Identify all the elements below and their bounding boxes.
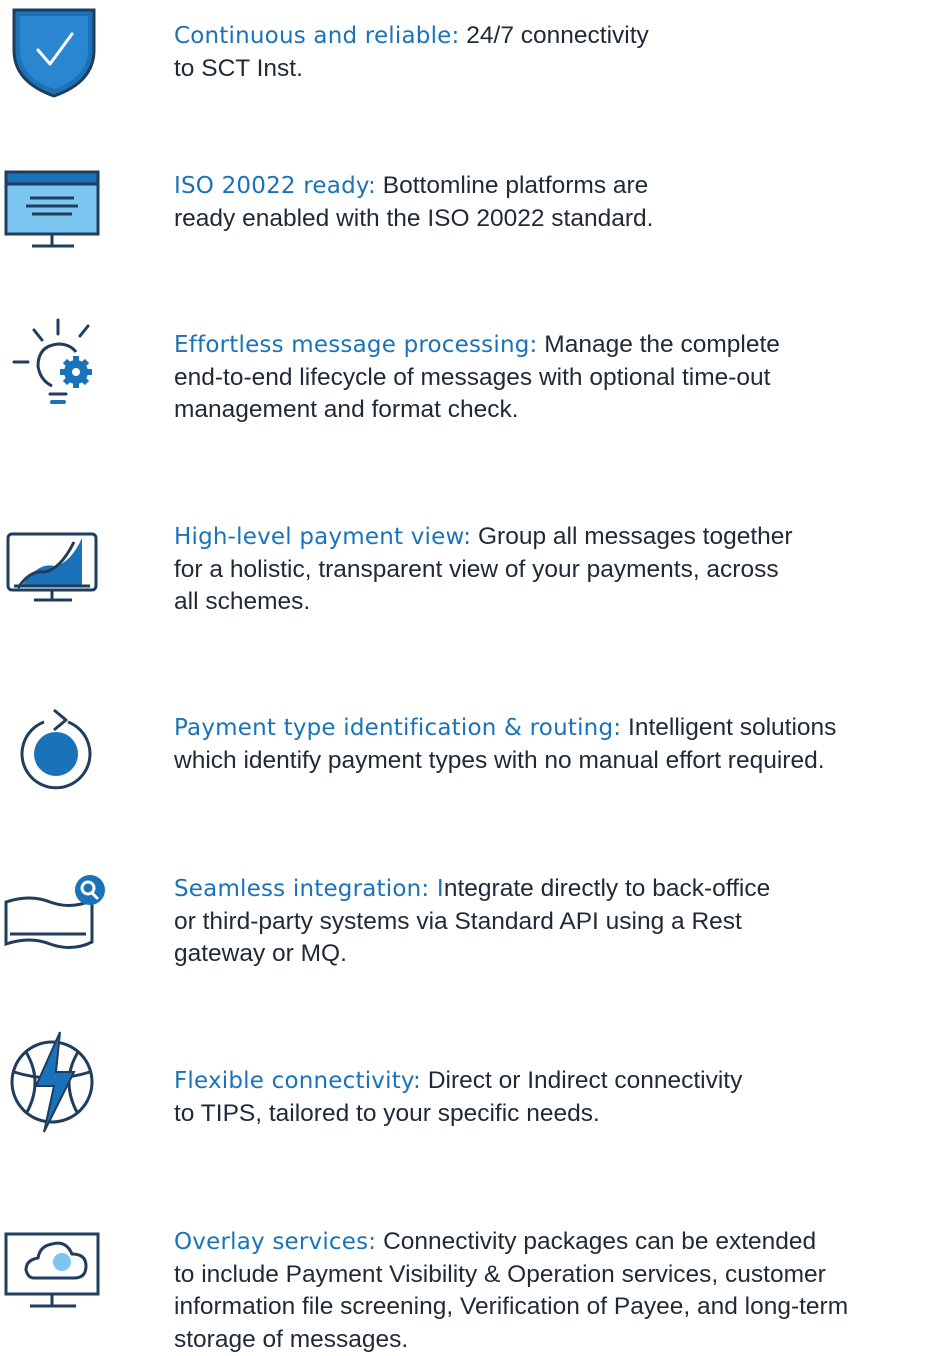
feature-text: High-level payment view: Group all messa… [174, 521, 934, 619]
monitor-document-icon [0, 160, 110, 270]
feature-text: Flexible connectivity: Direct or Indirec… [174, 1065, 934, 1130]
feature-body: Connectivity packages can be extended [383, 1228, 816, 1255]
feature-text: Continuous and reliable: 24/7 connectivi… [174, 20, 934, 85]
feature-body: all schemes. [174, 586, 934, 619]
feature-body: for a holistic, transparent view of your… [174, 554, 934, 587]
feature-body: Bottomline platforms are [383, 172, 649, 199]
feature-title: Effortless message processing: [174, 332, 537, 358]
monitor-chart-icon [0, 500, 110, 610]
feature-text: ISO 20022 ready: Bottomline platforms ar… [174, 170, 934, 235]
feature-body: which identify payment types with no man… [174, 745, 934, 778]
feature-body: to TIPS, tailored to your specific needs… [174, 1098, 934, 1131]
flag-search-icon [0, 858, 110, 968]
feature-body: gateway or MQ. [174, 938, 934, 971]
globe-lightning-icon [0, 1028, 110, 1138]
feature-title: ISO 20022 ready: [174, 173, 376, 199]
feature-text: Seamless integration: Integrate directly… [174, 873, 934, 971]
lightbulb-gear-icon [0, 310, 110, 420]
feature-body: Manage the complete [544, 331, 780, 358]
feature-body: Group all messages together [478, 523, 793, 550]
feature-body: ntegrate directly to back-office [444, 875, 770, 902]
feature-body: Intelligent solutions [628, 714, 836, 741]
circular-arrow-icon [0, 692, 110, 802]
feature-body: management and format check. [174, 394, 934, 427]
feature-title: Continuous and reliable: [174, 23, 459, 49]
feature-body: to include Payment Visibility & Operatio… [174, 1259, 934, 1292]
feature-body: information file screening, Verification… [174, 1291, 934, 1324]
feature-title: Seamless integration: I [174, 876, 444, 902]
feature-body: to SCT Inst. [174, 53, 934, 86]
feature-text: Overlay services: Connectivity packages … [174, 1226, 934, 1356]
feature-title: Overlay services: [174, 1229, 376, 1255]
feature-title: High-level payment view: [174, 524, 471, 550]
feature-body: storage of messages. [174, 1324, 934, 1356]
monitor-cloud-icon [0, 1204, 110, 1314]
feature-body: ready enabled with the ISO 20022 standar… [174, 203, 934, 236]
feature-text: Payment type identification & routing: I… [174, 712, 934, 777]
feature-body: or third-party systems via Standard API … [174, 906, 934, 939]
feature-body: Direct or Indirect connectivity [428, 1067, 743, 1094]
feature-title: Flexible connectivity: [174, 1068, 421, 1094]
shield-check-icon [0, 0, 110, 110]
feature-body: end-to-end lifecycle of messages with op… [174, 362, 934, 395]
feature-text: Effortless message processing: Manage th… [174, 329, 934, 427]
feature-title: Payment type identification & routing: [174, 715, 621, 741]
feature-body: 24/7 connectivity [466, 22, 649, 49]
